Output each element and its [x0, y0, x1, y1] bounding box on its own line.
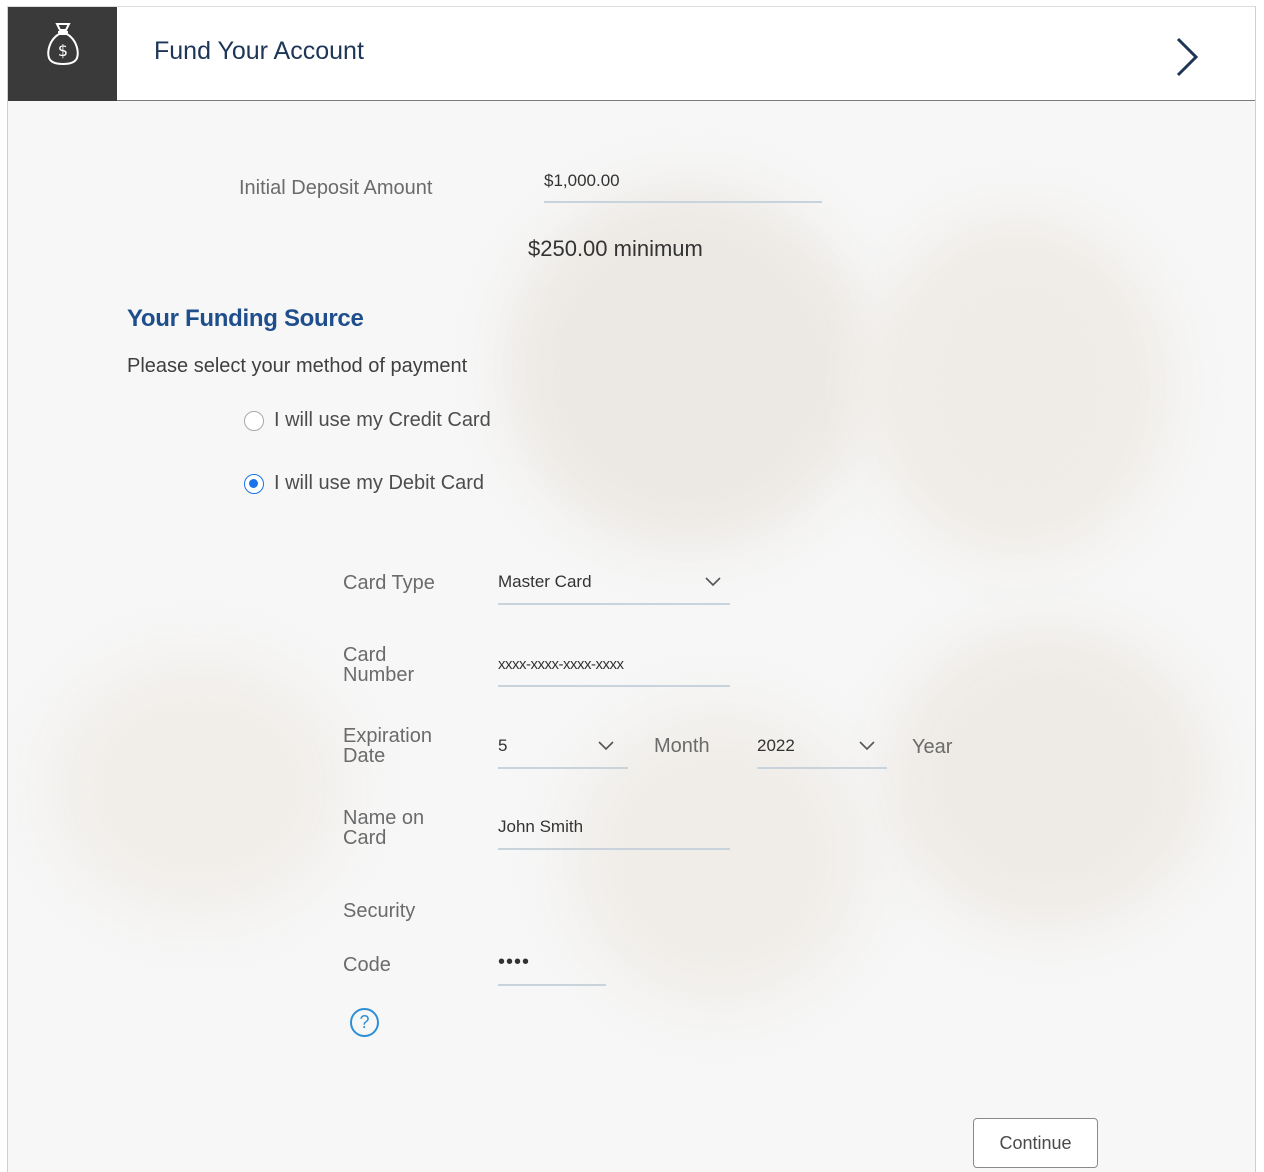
expiration-year-select[interactable]: 2022 — [757, 736, 887, 769]
header-icon-box: $ — [8, 7, 117, 101]
credit-card-radio[interactable] — [244, 410, 264, 431]
card-type-select[interactable]: Master Card — [498, 572, 730, 605]
continue-button[interactable]: Continue — [973, 1118, 1098, 1168]
security-code-label-line1: Security — [343, 900, 416, 922]
card-number-value: xxxx-xxxx-xxxx-xxxx — [498, 656, 624, 673]
chevron-down-icon — [859, 741, 875, 751]
minimum-deposit-note: $250.00 minimum — [528, 236, 703, 261]
funding-instruction: Please select your method of payment — [127, 355, 468, 377]
expiration-month-value: 5 — [498, 736, 508, 755]
panel-header: $ Fund Your Account — [8, 7, 1255, 101]
card-number-input[interactable]: xxxx-xxxx-xxxx-xxxx — [498, 655, 730, 687]
chevron-down-icon — [705, 577, 721, 587]
credit-card-option[interactable]: I will use my Credit Card — [244, 409, 491, 432]
expiration-year-value: 2022 — [757, 736, 795, 755]
card-number-label: Card Number — [343, 645, 414, 685]
month-caption: Month — [654, 735, 710, 757]
expiration-date-label: Expiration Date — [343, 726, 432, 766]
page-title: Fund Your Account — [154, 37, 364, 65]
name-on-card-value: John Smith — [498, 817, 584, 836]
chevron-down-icon — [598, 741, 614, 751]
expiration-label-line2: Date — [343, 745, 386, 767]
deposit-amount-input[interactable]: $1,000.00 — [544, 171, 822, 203]
background-photo — [868, 217, 1168, 557]
background-photo — [888, 627, 1208, 927]
security-code-value: •••• — [498, 951, 531, 973]
name-label-line2: Card — [343, 827, 387, 849]
expiration-label-line1: Expiration — [343, 725, 432, 747]
name-on-card-label: Name on Card — [343, 808, 424, 848]
card-number-label-line2: Number — [343, 664, 415, 686]
security-code-input[interactable]: •••• — [498, 951, 606, 986]
help-icon[interactable]: ? — [350, 1008, 379, 1037]
background-photo — [48, 657, 348, 917]
debit-card-option[interactable]: I will use my Debit Card — [244, 472, 484, 495]
card-type-label: Card Type — [343, 572, 435, 594]
name-on-card-input[interactable]: John Smith — [498, 817, 730, 850]
money-bag-dollar-icon: $ — [46, 23, 79, 66]
year-caption: Year — [912, 736, 953, 758]
deposit-label: Initial Deposit Amount — [239, 177, 433, 199]
security-code-label-line2: Code — [343, 954, 391, 976]
debit-card-radio[interactable] — [244, 473, 264, 494]
card-number-label-line1: Card — [343, 644, 387, 666]
funding-section-title: Your Funding Source — [127, 305, 364, 332]
credit-card-option-label: I will use my Credit Card — [274, 409, 491, 431]
chevron-right-icon[interactable] — [1172, 35, 1202, 79]
name-label-line1: Name on — [343, 807, 425, 829]
card-type-value: Master Card — [498, 572, 592, 591]
deposit-amount-value: $1,000.00 — [544, 171, 620, 190]
svg-text:$: $ — [57, 41, 67, 60]
debit-card-option-label: I will use my Debit Card — [274, 472, 485, 494]
expiration-month-select[interactable]: 5 — [498, 736, 628, 769]
fund-account-panel: $ Fund Your Account Initial Deposit Amou… — [7, 6, 1256, 1172]
